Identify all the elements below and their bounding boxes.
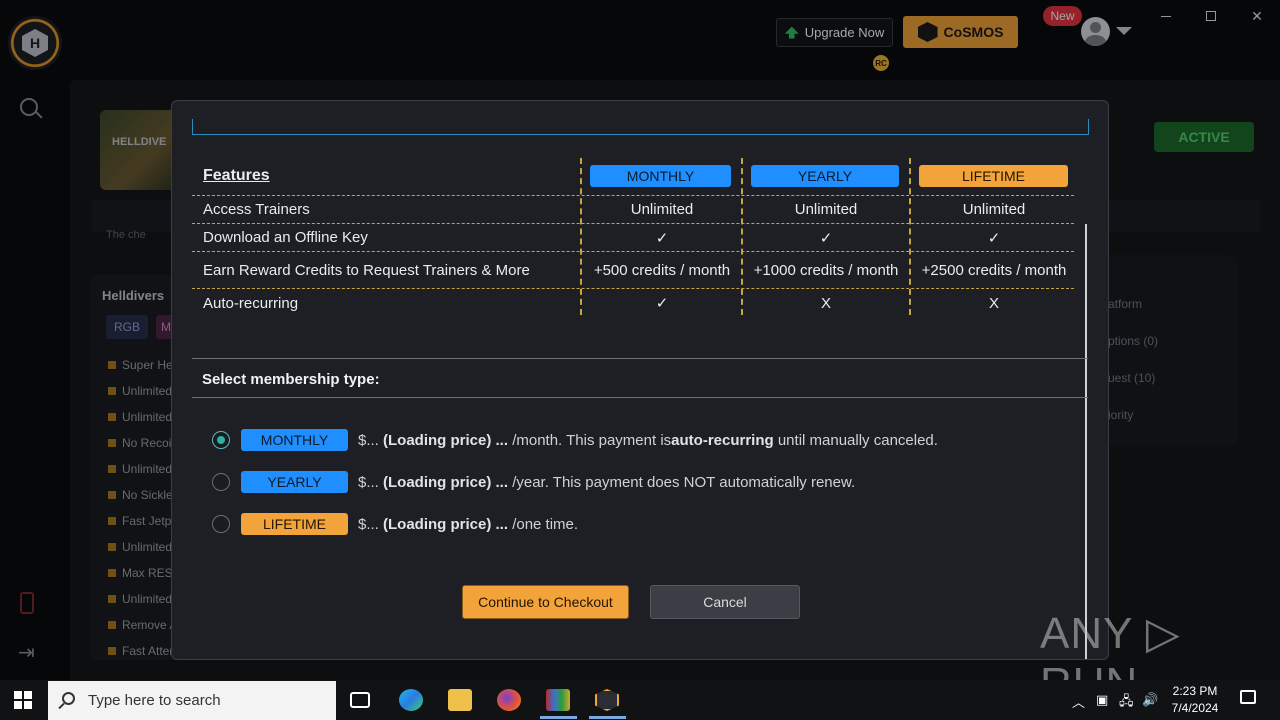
feature-value: +1000 credits / month [753, 261, 899, 279]
option-suffix: /year. This payment does NOT automatical… [508, 473, 856, 491]
table-row: Access Trainers Unlimited Unlimited Unli… [192, 196, 1074, 224]
option-suffix: /one time. [508, 515, 579, 533]
notification-icon[interactable] [1240, 690, 1256, 704]
price-prefix: $... [358, 515, 384, 533]
clock-date: 7/4/2024 [1171, 701, 1219, 715]
feature-label: Download an Offline Key [203, 229, 368, 246]
plan-header-yearly: YEARLY [751, 165, 899, 187]
option-pill-monthly[interactable]: MONTHLY [241, 429, 348, 451]
checkmark-icon: ✓ [819, 229, 833, 247]
price-prefix: $... [358, 431, 384, 449]
select-membership-title: Select membership type: [202, 371, 380, 388]
feature-label: Access Trainers [203, 201, 310, 218]
firefox-icon[interactable] [497, 689, 521, 711]
winrar-icon[interactable] [546, 689, 570, 711]
features-table: Features MONTHLY YEARLY LIFETIME Access … [192, 157, 1074, 317]
chevron-up-icon[interactable]: ︿ [1072, 692, 1085, 711]
search-icon [62, 692, 75, 705]
feature-value: +500 credits / month [593, 261, 731, 279]
option-suffix: /month. This payment is [508, 431, 672, 449]
features-title: Features [203, 167, 270, 184]
features-header-row: Features MONTHLY YEARLY LIFETIME [192, 157, 1074, 196]
loading-price: (Loading price) ... [383, 515, 509, 533]
active-app-indicator [589, 716, 626, 719]
task-view-icon[interactable] [350, 692, 370, 708]
option-suffix-end: until manually canceled. [773, 431, 938, 449]
modal-top-field [192, 119, 1089, 135]
option-text-yearly: $... (Loading price) ... /year. This pay… [358, 474, 855, 491]
option-text-monthly: $... (Loading price) ... /month. This pa… [358, 432, 938, 449]
feature-value: +2500 credits / month [921, 261, 1067, 279]
option-suffix-bold: auto-recurring [671, 431, 774, 449]
continue-to-checkout-button[interactable]: Continue to Checkout [462, 585, 629, 619]
loading-price: (Loading price) ... [383, 473, 509, 491]
section-divider [192, 397, 1088, 398]
option-pill-lifetime[interactable]: LIFETIME [241, 513, 348, 535]
taskbar-search-placeholder: Type here to search [88, 692, 221, 709]
section-divider [192, 358, 1088, 359]
cross-icon: X [988, 294, 999, 312]
table-row: Earn Reward Credits to Request Trainers … [192, 252, 1074, 289]
feature-value: Unlimited [794, 201, 858, 218]
file-explorer-icon[interactable] [448, 689, 472, 711]
feature-value: Unlimited [962, 201, 1026, 218]
checkmark-icon: ✓ [655, 295, 669, 312]
loading-price: (Loading price) ... [383, 431, 509, 449]
taskbar-clock[interactable]: 2:23 PM 7/4/2024 [1165, 683, 1225, 717]
taskbar-search-box[interactable]: Type here to search [48, 681, 336, 720]
plan-header-monthly: MONTHLY [590, 165, 731, 187]
table-row: Auto-recurring ✓ X X [192, 289, 1074, 317]
clock-time: 2:23 PM [1172, 684, 1218, 698]
feature-label: Earn Reward Credits to Request Trainers … [203, 261, 530, 279]
price-prefix: $... [358, 473, 384, 491]
volume-icon[interactable]: 🔊 [1142, 692, 1158, 708]
network-icon[interactable]: 🖧 [1119, 692, 1134, 714]
radio-monthly[interactable] [212, 431, 230, 449]
edge-browser-icon[interactable] [399, 689, 423, 711]
cross-icon: X [820, 294, 831, 312]
plan-header-lifetime: LIFETIME [919, 165, 1068, 187]
windows-start-icon[interactable] [14, 691, 32, 709]
option-pill-yearly[interactable]: YEARLY [241, 471, 348, 493]
app-window: H Upgrade Now CoSMOS RC New ✕ ⇥ HELLDIVE… [0, 0, 1280, 708]
option-text-lifetime: $... (Loading price) ... /one time. [358, 516, 578, 533]
device-icon[interactable]: ▣ [1096, 692, 1108, 708]
active-app-indicator [540, 716, 577, 719]
option-lifetime[interactable]: LIFETIME $... (Loading price) ... /one t… [212, 513, 578, 535]
option-yearly[interactable]: YEARLY $... (Loading price) ... /year. T… [212, 471, 855, 493]
checkmark-icon: ✓ [987, 229, 1001, 247]
option-monthly[interactable]: MONTHLY $... (Loading price) ... /month.… [212, 429, 938, 451]
membership-modal: Features MONTHLY YEARLY LIFETIME Access … [171, 100, 1109, 660]
feature-value: Unlimited [630, 201, 694, 218]
feature-label: Auto-recurring [203, 294, 299, 312]
cancel-button[interactable]: Cancel [650, 585, 800, 619]
checkmark-icon: ✓ [655, 229, 669, 247]
radio-lifetime[interactable] [212, 515, 230, 533]
radio-yearly[interactable] [212, 473, 230, 491]
modal-scrollbar[interactable] [1085, 224, 1087, 659]
table-row: Download an Offline Key ✓ ✓ ✓ [192, 224, 1074, 252]
